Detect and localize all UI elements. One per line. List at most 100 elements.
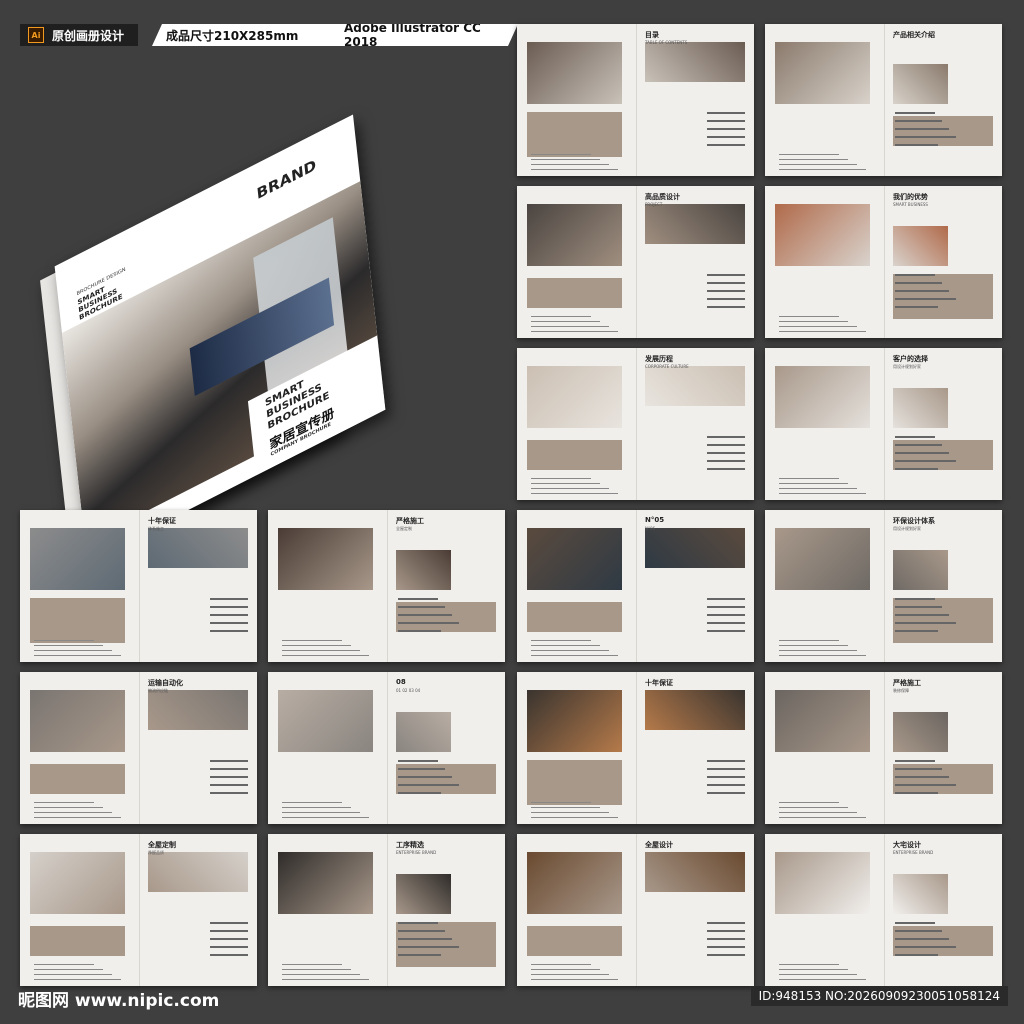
spread-photo xyxy=(775,528,870,590)
spread-photo xyxy=(30,852,125,914)
brochure-spread-9: N°05 N°06 xyxy=(517,510,754,662)
spread-text-line xyxy=(531,964,591,965)
spread-text-line xyxy=(282,979,369,980)
spread-text-line xyxy=(707,946,745,948)
spread-text-line xyxy=(282,969,351,970)
spread-text-line xyxy=(895,784,956,786)
spread-text-line xyxy=(398,622,459,624)
spread-text-line xyxy=(895,954,938,956)
spread-photo-right xyxy=(893,712,948,752)
spread-text-line xyxy=(210,784,248,786)
spread-accent-block xyxy=(527,926,622,956)
spread-text-line xyxy=(398,768,445,770)
spread-text-line xyxy=(707,452,745,454)
spread-text-line xyxy=(282,640,342,641)
brochure-spread-8: 严格施工 全屋定制 xyxy=(268,510,505,662)
spread-photo-right xyxy=(148,852,248,892)
image-id-label: ID:948153 NO:20260909230051058124 xyxy=(750,986,1008,1006)
spread-text-line xyxy=(34,969,103,970)
spread-text-line xyxy=(531,802,591,803)
spread-text-line xyxy=(398,630,441,632)
spread-photo xyxy=(527,42,622,104)
spread-text-line xyxy=(707,784,745,786)
spread-subtitle: 净醛品质 xyxy=(148,850,164,855)
spread-text-line xyxy=(707,614,745,616)
spread-text-line xyxy=(779,493,866,494)
spread-text-line xyxy=(282,807,351,808)
spread-text-line xyxy=(707,468,745,470)
brochure-spread-2: 产品相关介绍 xyxy=(765,24,1002,176)
spread-text-line xyxy=(895,598,935,600)
spread-text-line xyxy=(531,807,600,808)
spread-accent-block xyxy=(527,112,622,157)
spread-photo xyxy=(527,690,622,752)
spread-text-line xyxy=(779,154,839,155)
spread-title: 发展历程 xyxy=(645,355,673,363)
spread-text-line xyxy=(210,614,248,616)
spread-text-line xyxy=(210,598,248,600)
brochure-spread-17: 全屋设计 xyxy=(517,834,754,986)
spread-text-line xyxy=(531,645,600,646)
spread-text-line xyxy=(531,650,609,651)
spread-accent-block xyxy=(30,926,125,956)
spread-title: 十年保证 xyxy=(148,517,176,525)
spread-text-line xyxy=(707,120,745,122)
spread-text-line xyxy=(895,938,949,940)
spread-subtitle: TABLE OF CONTENTS xyxy=(645,40,688,45)
spread-photo xyxy=(278,528,373,590)
spread-photo-right xyxy=(645,366,745,406)
spread-text-line xyxy=(531,493,618,494)
cover-brand: BRAND xyxy=(255,155,317,204)
spread-text-line xyxy=(707,622,745,624)
spread-photo-right xyxy=(645,42,745,82)
spread-text-line xyxy=(282,645,351,646)
spread-photo-right xyxy=(396,712,451,752)
spread-subtitle: CORPORATE CULTURE xyxy=(645,364,689,369)
spread-text-line xyxy=(779,164,857,165)
spread-text-line xyxy=(779,964,839,965)
spread-photo-right xyxy=(893,64,948,104)
spread-title: 客户的选择 xyxy=(893,355,928,363)
spread-text-line xyxy=(398,776,452,778)
spread-text-line xyxy=(531,979,618,980)
spread-title: 运输自动化 xyxy=(148,679,183,687)
spread-text-line xyxy=(282,802,342,803)
spread-photo xyxy=(775,366,870,428)
spread-text-line xyxy=(707,444,745,446)
brochure-spread-1: 目录 TABLE OF CONTENTS xyxy=(517,24,754,176)
original-design-tag: Ai 原创画册设计 xyxy=(20,24,139,46)
spread-text-line xyxy=(707,760,745,762)
spread-photo-right xyxy=(645,690,745,730)
spread-text-line xyxy=(210,630,248,632)
spread-text-line xyxy=(707,306,745,308)
spread-text-line xyxy=(895,460,956,462)
spread-photo xyxy=(775,204,870,266)
spread-text-line xyxy=(779,969,848,970)
spread-text-line xyxy=(398,792,441,794)
spread-text-line xyxy=(398,598,438,600)
spread-text-line xyxy=(895,946,956,948)
spread-text-line xyxy=(282,655,369,656)
spread-text-line xyxy=(210,606,248,608)
spread-text-line xyxy=(895,776,949,778)
spread-photo xyxy=(30,528,125,590)
spread-text-line xyxy=(531,326,609,327)
spread-subtitle: 01 02 03 04 xyxy=(396,688,421,693)
spread-text-line xyxy=(707,768,745,770)
spread-title: 全屋定制 xyxy=(148,841,176,849)
spread-text-line xyxy=(531,655,618,656)
spread-text-line xyxy=(895,792,938,794)
spread-subtitle: 装修保障 xyxy=(893,688,909,693)
spread-text-line xyxy=(398,946,459,948)
spread-text-line xyxy=(210,768,248,770)
spread-text-line xyxy=(895,630,938,632)
spread-text-line xyxy=(707,112,745,114)
spread-text-line xyxy=(707,460,745,462)
spread-text-line xyxy=(779,802,839,803)
spread-title: 高品质设计 xyxy=(645,193,680,201)
spread-text-line xyxy=(895,606,942,608)
spread-title: 环保设计体系 xyxy=(893,517,935,525)
spread-text-line xyxy=(895,622,956,624)
spread-accent-block xyxy=(527,760,622,805)
spread-photo-right xyxy=(893,874,948,914)
